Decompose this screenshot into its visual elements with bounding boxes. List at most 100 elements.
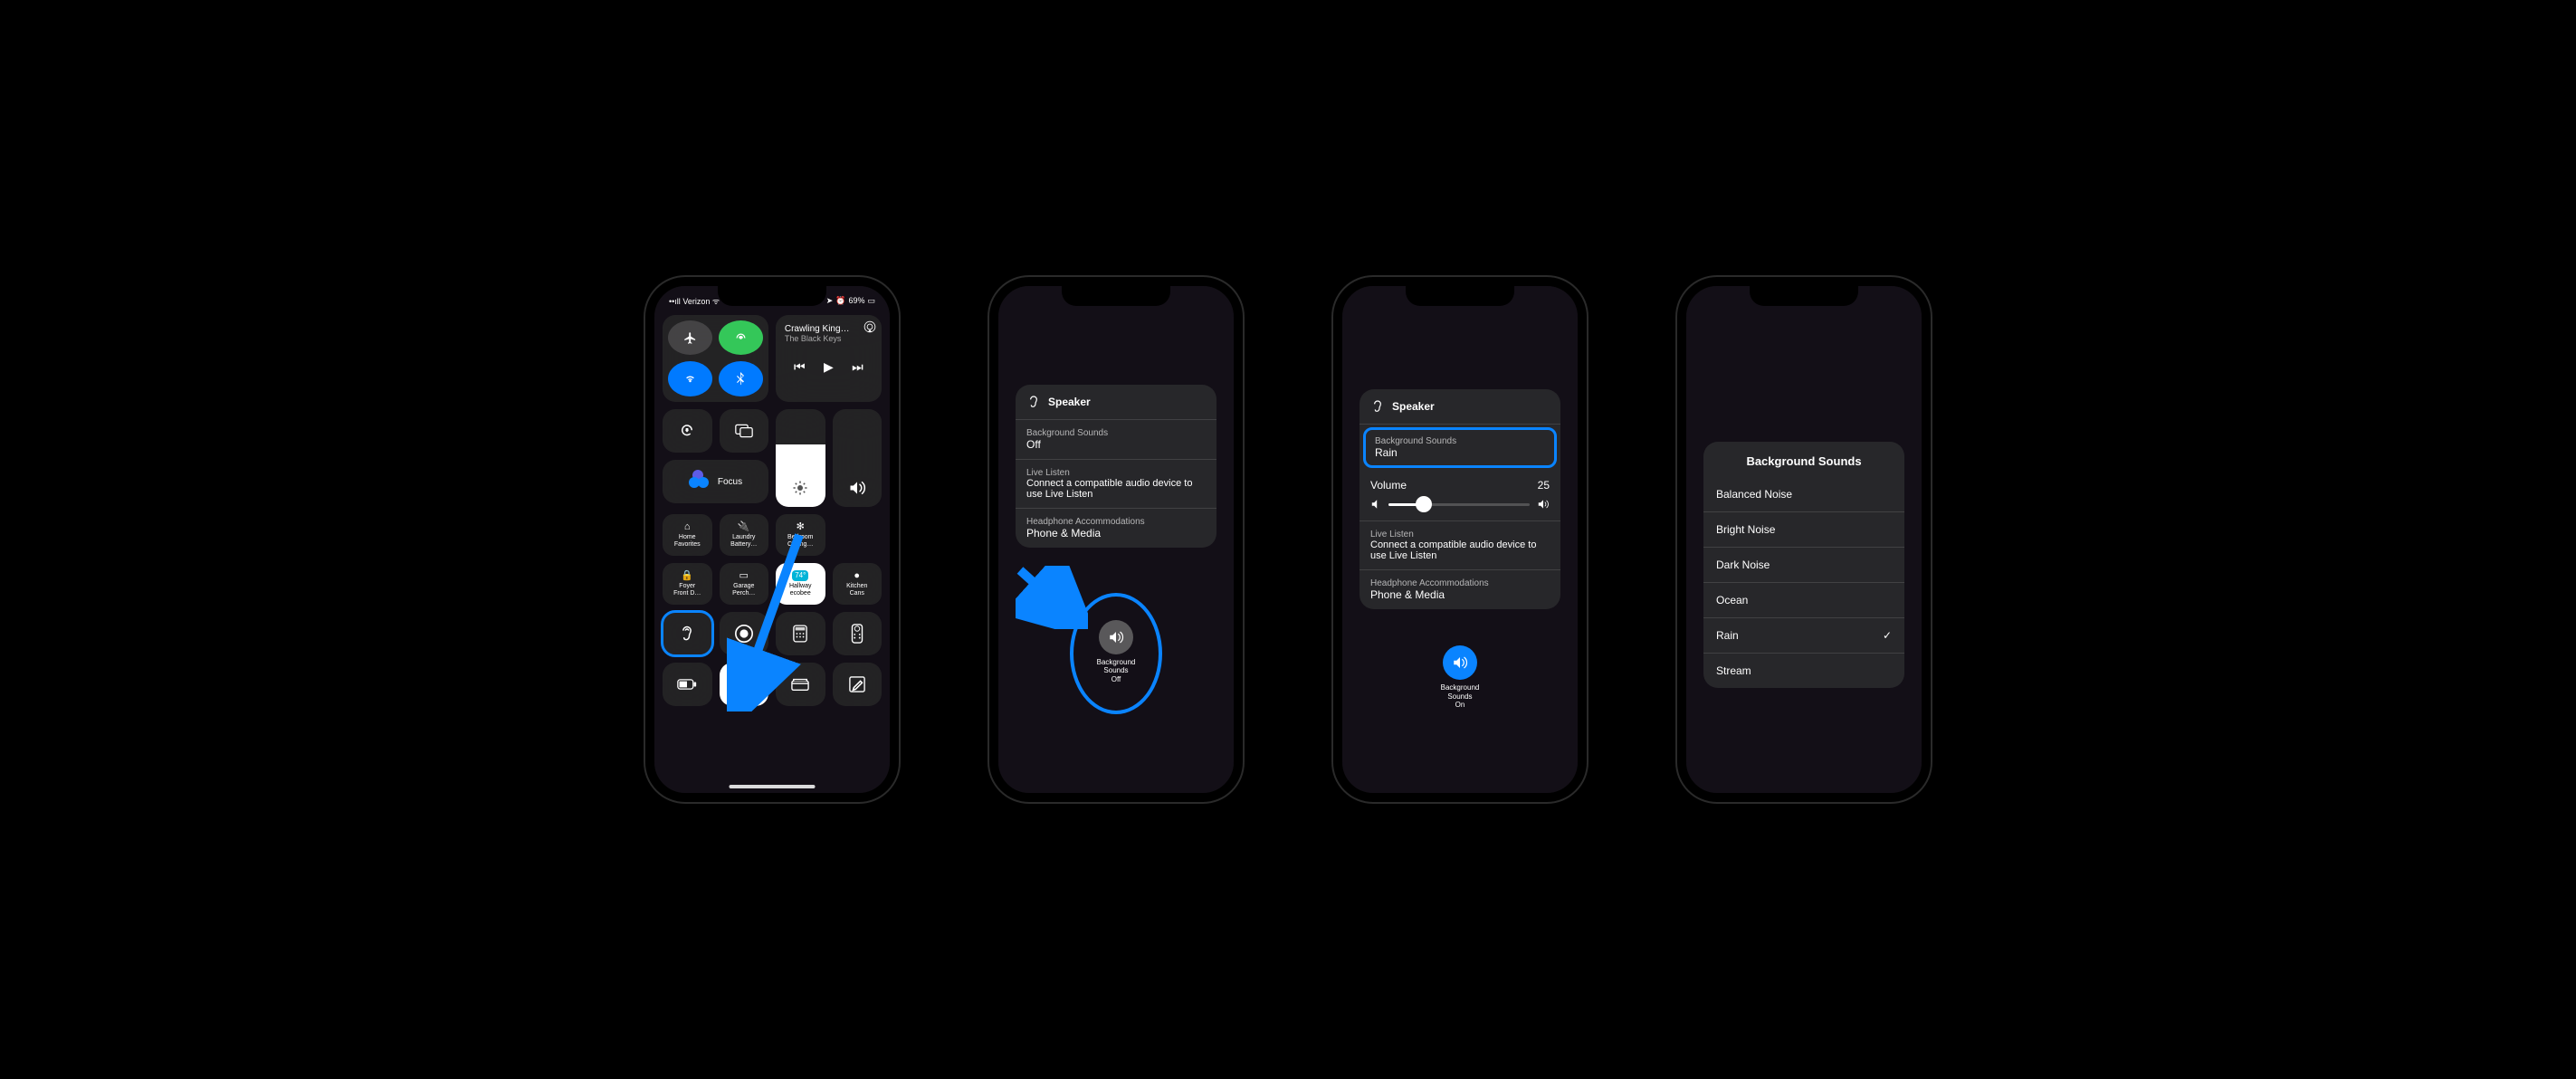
play-button[interactable]: ▶	[824, 359, 834, 375]
option-label: Stream	[1716, 664, 1751, 677]
screen-record-button[interactable]	[720, 612, 769, 655]
notch	[1750, 284, 1858, 306]
notes-quick-note-button[interactable]	[833, 663, 883, 706]
wifi-toggle[interactable]	[668, 361, 712, 396]
now-playing-artist: The Black Keys	[785, 334, 873, 343]
ear-icon	[1370, 398, 1385, 415]
apple-tv-remote-button[interactable]	[833, 612, 883, 655]
sound-options-panel: Background Sounds Balanced Noise Bright N…	[1703, 442, 1904, 688]
screen: ••ıll Verizon ᯤ ➤ ⏰ 69% ▭ Crawling King……	[654, 286, 890, 793]
hearing-panel: Speaker Background Sounds Off Live Liste…	[1016, 385, 1216, 548]
option-label: Dark Noise	[1716, 559, 1770, 571]
now-playing-module[interactable]: Crawling King… The Black Keys ⏮ ▶ ⏭	[776, 315, 882, 402]
volume-min-icon	[1370, 499, 1381, 510]
option-label: Balanced Noise	[1716, 488, 1792, 501]
background-sounds-cell[interactable]: Background Sounds Rain	[1363, 427, 1557, 468]
status-left: ••ıll Verizon ᯤ	[669, 295, 720, 307]
panel-title: Background Sounds	[1703, 442, 1904, 477]
focus-button[interactable]: Focus	[663, 460, 768, 503]
phone-hearing-panel-off: Speaker Background Sounds Off Live Liste…	[989, 277, 1243, 802]
background-sounds-toggle[interactable]	[1443, 645, 1477, 680]
speaker-label: Speaker	[1048, 396, 1091, 408]
volume-slider-row	[1360, 495, 1560, 520]
panel-header: Speaker	[1360, 389, 1560, 424]
camera-icon: ▭	[739, 570, 749, 582]
option-label: Rain	[1716, 629, 1739, 642]
volume-cell: Volume 25	[1360, 471, 1560, 495]
volume-max-icon	[1537, 499, 1550, 510]
volume-value: 25	[1538, 479, 1550, 492]
home-foyer-tile[interactable]: 🔒FoyerFront D…	[663, 563, 712, 605]
status-right: ➤ ⏰ 69% ▭	[826, 296, 875, 306]
home-icon: ⌂	[684, 521, 691, 533]
signal-icon: ••ıll	[669, 297, 682, 306]
brightness-slider[interactable]	[776, 409, 825, 507]
volume-label: Volume	[1370, 479, 1407, 492]
hearing-button[interactable]	[663, 612, 712, 655]
now-playing-title: Crawling King…	[785, 324, 873, 334]
headphone-accommodations-cell[interactable]: Headphone Accommodations Phone & Media	[1360, 570, 1560, 609]
notch	[718, 284, 826, 306]
thermostat-icon: 74°	[792, 570, 808, 580]
background-sounds-toggle[interactable]	[1099, 620, 1133, 654]
option-label: Bright Noise	[1716, 523, 1775, 536]
phone-hearing-panel-on: Speaker Background Sounds Rain Volume 25	[1333, 277, 1587, 802]
airplay-icon[interactable]	[863, 320, 876, 333]
ear-icon	[1026, 394, 1041, 410]
phone-control-center: ••ıll Verizon ᯤ ➤ ⏰ 69% ▭ Crawling King……	[645, 277, 899, 802]
sound-option-bright-noise[interactable]: Bright Noise	[1703, 512, 1904, 547]
sound-option-ocean[interactable]: Ocean	[1703, 583, 1904, 617]
home-bedroom-tile[interactable]: ✻BedroomCeiling…	[776, 514, 825, 556]
sound-option-balanced-noise[interactable]: Balanced Noise	[1703, 477, 1904, 511]
cellular-data-toggle[interactable]	[719, 320, 763, 355]
bg-volume-slider[interactable]	[1388, 503, 1530, 506]
battery-percent: 69%	[848, 296, 864, 305]
home-favorites-tile[interactable]: ⌂HomeFavorites	[663, 514, 712, 556]
home-indicator[interactable]	[730, 785, 816, 788]
checkmark-icon: ✓	[1883, 629, 1892, 642]
calculator-button[interactable]	[776, 612, 825, 655]
notch	[1062, 284, 1170, 306]
sound-option-rain[interactable]: Rain ✓	[1703, 618, 1904, 653]
light-icon: ●	[854, 570, 860, 582]
live-listen-cell[interactable]: Live Listen Connect a compatible audio d…	[1016, 460, 1216, 508]
carrier-label: Verizon	[682, 297, 710, 306]
orientation-lock-toggle[interactable]	[663, 409, 712, 453]
hearing-panel: Speaker Background Sounds Rain Volume 25	[1360, 389, 1560, 609]
focus-icons	[689, 470, 712, 493]
background-sounds-cell[interactable]: Background Sounds Off	[1016, 420, 1216, 459]
low-power-mode-button[interactable]	[663, 663, 712, 706]
home-laundry-tile[interactable]: 🔌LaundryBattery…	[720, 514, 769, 556]
option-label: Ocean	[1716, 594, 1748, 606]
next-track-button[interactable]: ⏭	[852, 359, 863, 375]
prev-track-button[interactable]: ⏮	[794, 359, 806, 375]
phone-sound-picker: Background Sounds Balanced Noise Bright N…	[1677, 277, 1931, 802]
focus-label: Focus	[718, 477, 742, 487]
notch	[1406, 284, 1514, 306]
speaker-label: Speaker	[1392, 400, 1435, 413]
home-garage-tile[interactable]: ▭GaragePerch…	[720, 563, 769, 605]
playback-controls: ⏮ ▶ ⏭	[785, 359, 873, 375]
volume-slider[interactable]	[833, 409, 883, 507]
dark-mode-toggle[interactable]	[720, 663, 769, 706]
lock-icon: 🔒	[681, 570, 693, 582]
airplane-mode-toggle[interactable]	[668, 320, 712, 355]
toggle-caption: Background Sounds Off	[1097, 658, 1136, 684]
highlight-ring: Background Sounds Off	[1070, 593, 1163, 715]
plug-icon: 🔌	[738, 521, 750, 533]
panel-header: Speaker	[1016, 385, 1216, 419]
location-icon: ➤	[826, 296, 834, 306]
bluetooth-toggle[interactable]	[719, 361, 763, 396]
toggle-caption: Background Sounds On	[1441, 683, 1480, 710]
home-hallway-tile[interactable]: 74°Hallwayecobee	[776, 563, 825, 605]
sound-option-stream[interactable]: Stream	[1703, 654, 1904, 688]
screen-mirroring-button[interactable]	[720, 409, 769, 453]
sound-option-dark-noise[interactable]: Dark Noise	[1703, 548, 1904, 582]
battery-icon: ▭	[867, 296, 875, 306]
wallet-button[interactable]	[776, 663, 825, 706]
headphone-accommodations-cell[interactable]: Headphone Accommodations Phone & Media	[1016, 509, 1216, 548]
connectivity-module	[663, 315, 768, 402]
live-listen-cell[interactable]: Live Listen Connect a compatible audio d…	[1360, 521, 1560, 569]
screen: Speaker Background Sounds Off Live Liste…	[998, 286, 1234, 793]
home-kitchen-tile[interactable]: ●KitchenCans	[833, 563, 883, 605]
